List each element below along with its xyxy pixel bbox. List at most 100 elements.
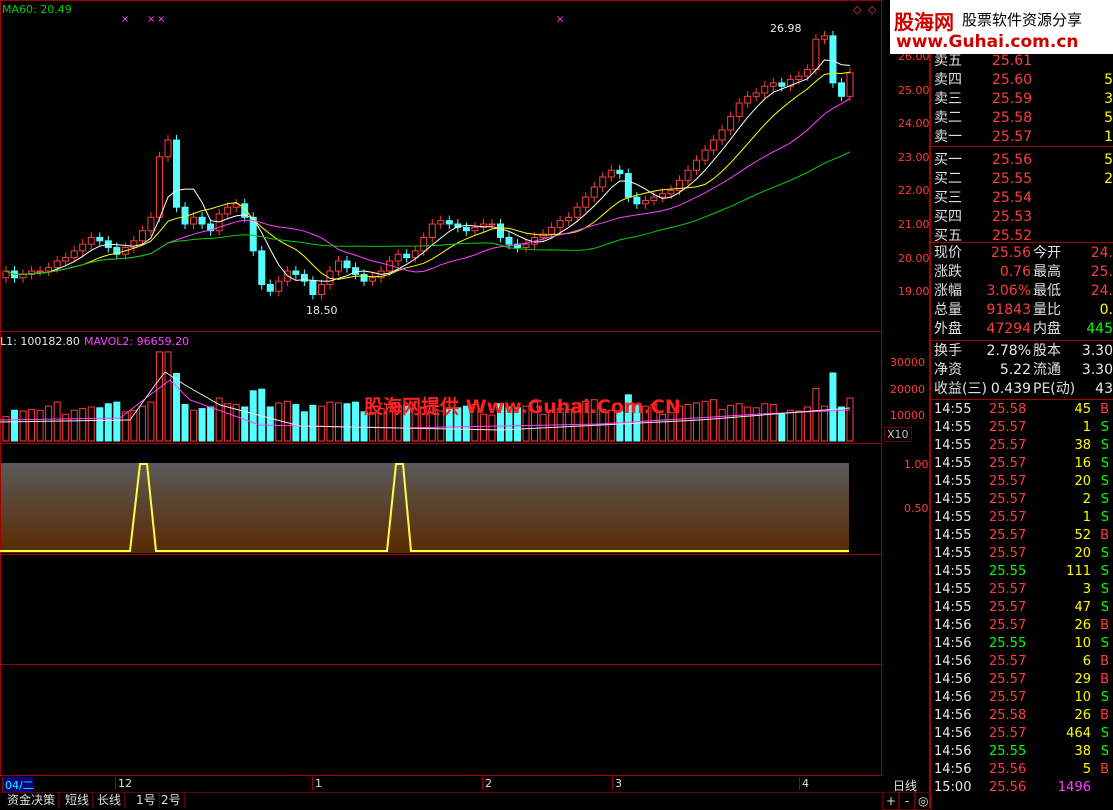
tick-row[interactable]: 14:56 25.57 10 S: [934, 689, 1113, 707]
bottom-tab[interactable]: 短线: [62, 792, 94, 808]
candle-up: [710, 139, 718, 151]
quote-value: 0.76: [999, 264, 1031, 280]
volume-bar: [104, 403, 112, 442]
tick-time: 14:55: [934, 456, 972, 471]
volume-bar: [266, 406, 274, 442]
indicator-axis-05: 0.50: [904, 502, 929, 515]
candle-down: [292, 270, 300, 275]
tick-row[interactable]: 14:55 25.55 111 S: [934, 563, 1113, 581]
tick-price: 25.57: [989, 726, 1027, 741]
tick-row[interactable]: 14:55 25.57 3 S: [934, 581, 1113, 599]
tick-time: 14:56: [934, 762, 972, 777]
bottom-tab[interactable]: 资金决策: [4, 792, 60, 808]
tick-volume: 29: [1074, 672, 1091, 687]
volume-bar: [309, 404, 317, 442]
volume-bar: [79, 408, 87, 442]
order-volume: 5: [1104, 110, 1113, 126]
candle-down: [633, 196, 641, 205]
price-axis-tick: 23.00: [898, 150, 930, 164]
candle-up: [19, 273, 27, 279]
volume-bar: [147, 401, 155, 442]
candle-down: [837, 82, 845, 97]
quote-label: 涨幅: [934, 283, 962, 299]
bottom-tab[interactable]: 2号: [158, 792, 185, 808]
tick-side: S: [1100, 636, 1109, 651]
tick-side: B: [1100, 672, 1109, 687]
low-price-label: 18.50: [306, 304, 338, 317]
quote-label: 现价: [934, 245, 962, 261]
candle-up: [411, 250, 419, 259]
tick-side: S: [1100, 456, 1109, 471]
tick-row[interactable]: 14:55 25.57 20 S: [934, 545, 1113, 563]
order-volume: 1: [1104, 129, 1113, 145]
volume-axis-30000: 30000: [890, 356, 925, 369]
quote-label-2: 今开: [1033, 245, 1061, 261]
bottom-tab[interactable]: 长线: [94, 792, 126, 808]
tick-price: 25.57: [989, 654, 1027, 669]
quote-divider-2: [930, 399, 1113, 400]
volume-bar: [352, 401, 360, 442]
bottom-tab[interactable]: 1号: [133, 792, 160, 808]
candle-up: [437, 220, 445, 225]
tick-row[interactable]: 14:56 25.57 29 B: [934, 671, 1113, 689]
quote-value-2: 24.: [1090, 245, 1113, 261]
tick-row[interactable]: 14:55 25.57 47 S: [934, 599, 1113, 617]
order-price: 25.54: [992, 190, 1033, 206]
candle-up: [428, 223, 436, 238]
volume-bar: [769, 404, 777, 442]
volume-bar: [334, 402, 342, 442]
tick-row[interactable]: 14:56 25.57 26 B: [934, 617, 1113, 635]
tick-time: 14:56: [934, 654, 972, 669]
candle-down: [403, 253, 411, 259]
candle-up: [164, 139, 172, 158]
candle-up: [667, 189, 675, 195]
tick-price: 25.56: [989, 780, 1027, 795]
candle-up: [36, 270, 44, 273]
tick-row[interactable]: 15:00 25.56 1496: [934, 779, 1113, 797]
tick-row[interactable]: 14:56 25.55 38 S: [934, 743, 1113, 761]
tick-volume: 45: [1074, 402, 1091, 417]
diamond-icon-2[interactable]: ◇: [868, 3, 876, 16]
tick-side: S: [1100, 744, 1109, 759]
tick-price: 25.57: [989, 618, 1027, 633]
tick-row[interactable]: 14:55 25.57 16 S: [934, 455, 1113, 473]
volume-bar: [173, 373, 181, 442]
quote-label: 净资: [934, 362, 962, 378]
tick-row[interactable]: 14:55 25.57 38 S: [934, 437, 1113, 455]
tick-row[interactable]: 14:55 25.57 52 B: [934, 527, 1113, 545]
order-volume: 3: [1104, 91, 1113, 107]
candle-up: [224, 206, 232, 215]
candle-down: [616, 169, 624, 175]
candle-up: [846, 72, 854, 97]
candle-up: [752, 92, 760, 97]
order-label: 卖三: [934, 91, 962, 107]
tick-row[interactable]: 14:56 25.56 5 B: [934, 761, 1113, 779]
tick-volume: 26: [1074, 618, 1091, 633]
tick-row[interactable]: 14:56 25.55 10 S: [934, 635, 1113, 653]
tick-side: B: [1100, 708, 1109, 723]
tick-row[interactable]: 14:56 25.57 6 B: [934, 653, 1113, 671]
candle-down: [173, 139, 181, 208]
volume-bar: [181, 404, 189, 442]
diamond-icon[interactable]: ◇: [853, 3, 861, 16]
chart-canvas[interactable]: × × × ×: [0, 0, 882, 776]
quote-label-2: 最高: [1033, 264, 1061, 280]
candle-up: [607, 169, 615, 178]
quote-value: 0.439: [990, 381, 1031, 397]
tick-row[interactable]: 14:55 25.57 20 S: [934, 473, 1113, 491]
volume-bar: [207, 406, 215, 442]
candle-up: [769, 82, 777, 87]
tick-time: 14:55: [934, 510, 972, 525]
tick-row[interactable]: 14:55 25.57 1 S: [934, 419, 1113, 437]
quote-value-2: 25.: [1090, 264, 1113, 280]
candle-up: [582, 196, 590, 208]
tick-row[interactable]: 14:56 25.57 464 S: [934, 725, 1113, 743]
tick-volume: 5: [1082, 762, 1091, 777]
tick-row[interactable]: 14:55 25.57 2 S: [934, 491, 1113, 509]
order-volume: 5: [1104, 72, 1113, 88]
tick-row[interactable]: 14:55 25.57 1 S: [934, 509, 1113, 527]
tick-row[interactable]: 14:56 25.58 26 B: [934, 707, 1113, 725]
zoom-button[interactable]: ◎: [914, 792, 932, 810]
tick-row[interactable]: 14:55 25.58 45 B: [934, 401, 1113, 419]
order-book-row: 卖一 25.57 1: [934, 128, 1113, 147]
